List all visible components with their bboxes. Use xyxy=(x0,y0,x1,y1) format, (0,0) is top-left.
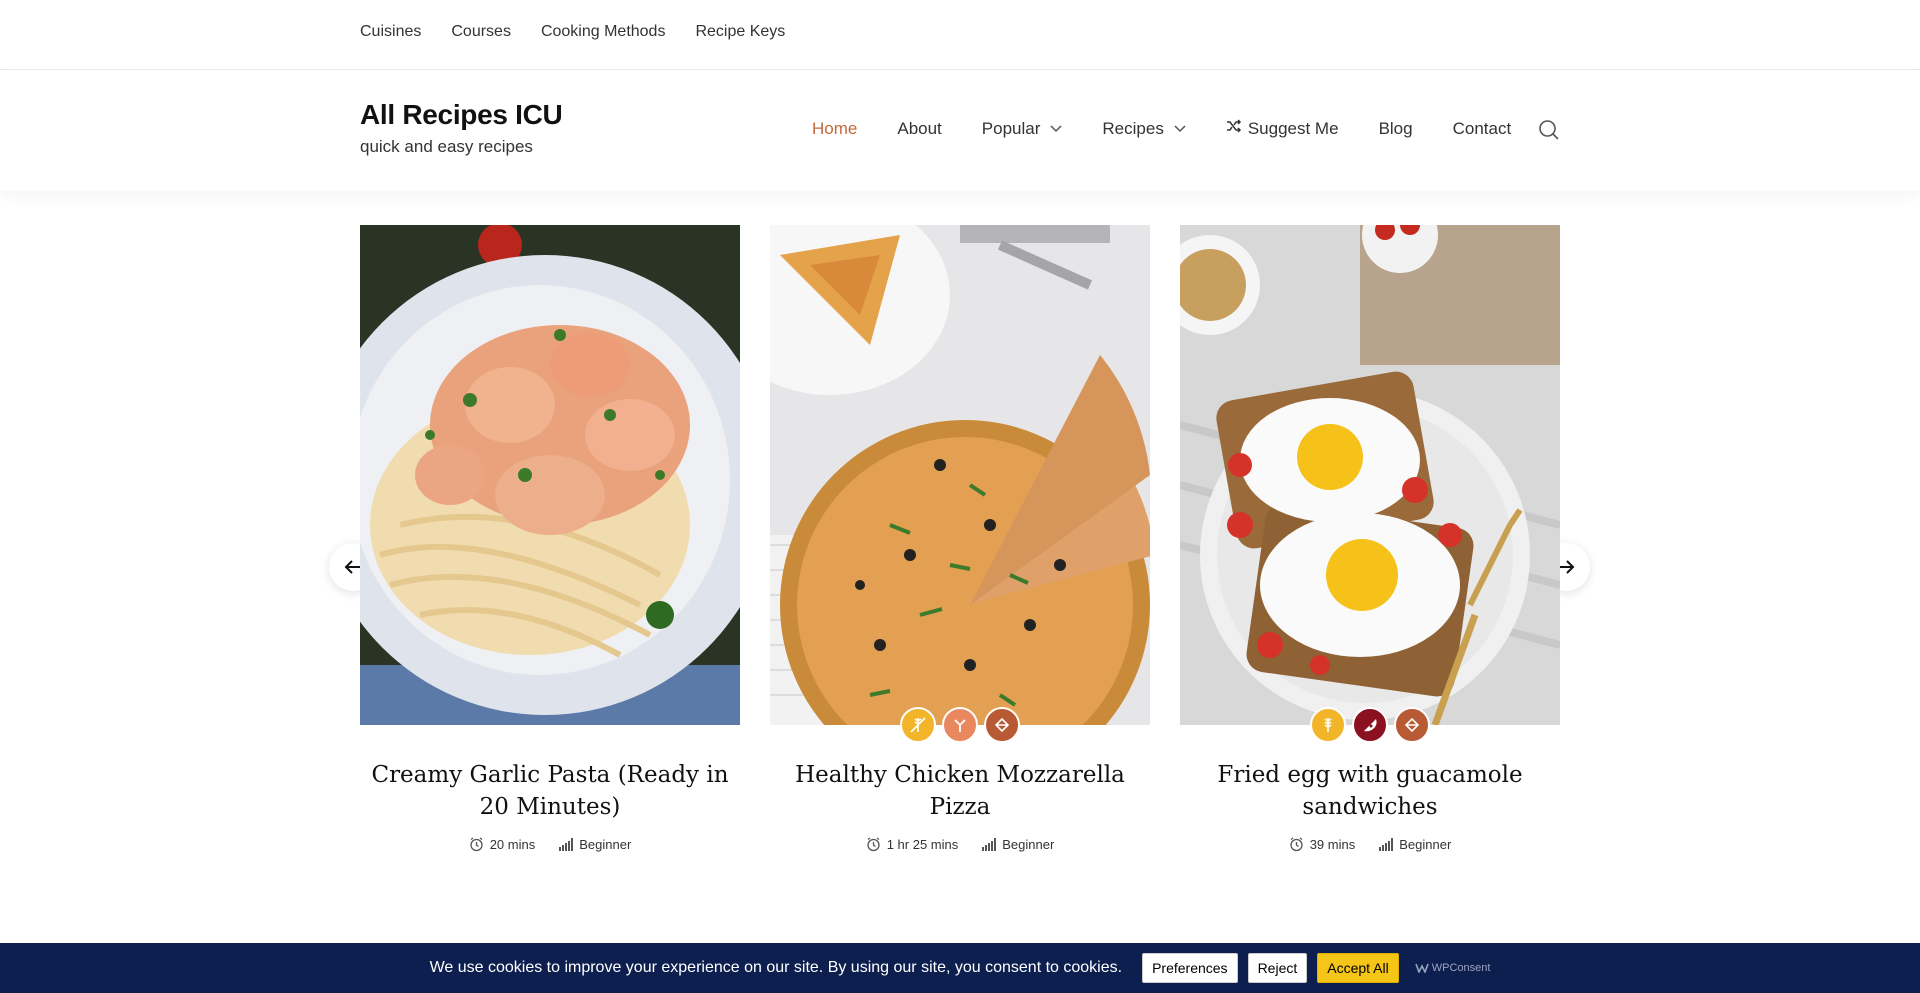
wpconsent-logo[interactable]: WPConsent xyxy=(1414,962,1491,974)
nav-recipes[interactable]: Recipes xyxy=(1102,119,1186,139)
recipe-time: 39 mins xyxy=(1289,837,1356,852)
nav-blog[interactable]: Blog xyxy=(1379,119,1413,139)
chevron-down-icon xyxy=(1050,125,1062,133)
cookie-accept-all-button[interactable]: Accept All xyxy=(1317,953,1399,983)
no-grain-glyph xyxy=(910,717,926,733)
chevron-down-icon xyxy=(1174,125,1186,133)
topnav-courses[interactable]: Courses xyxy=(451,23,511,41)
search-icon[interactable] xyxy=(1538,119,1560,141)
vegan-icon[interactable] xyxy=(1394,707,1430,743)
cookie-reject-button[interactable]: Reject xyxy=(1247,953,1308,983)
recipe-difficulty: Beginner xyxy=(1379,837,1451,852)
recipe-card[interactable]: Fried egg with guacamole sandwiches 39 m… xyxy=(1180,225,1560,852)
recipe-card[interactable]: Creamy Garlic Pasta (Ready in 20 Minutes… xyxy=(360,225,740,852)
site-tagline: quick and easy recipes xyxy=(360,137,533,156)
site-branding: All Recipes ICU quick and easy recipes xyxy=(360,99,563,157)
nav-contact[interactable]: Contact xyxy=(1453,119,1512,139)
wpconsent-label: WPConsent xyxy=(1431,962,1491,974)
nav-recipes-label: Recipes xyxy=(1102,119,1164,138)
shuffle-icon xyxy=(1226,119,1241,133)
vegan-glyph xyxy=(994,717,1010,733)
site-title[interactable]: All Recipes ICU xyxy=(360,99,563,131)
recipe-meta: 39 mins Beginner xyxy=(1180,837,1560,852)
recipe-difficulty: Beginner xyxy=(559,837,631,852)
nav-suggest-me[interactable]: Suggest Me xyxy=(1226,119,1339,139)
recipe-time: 1 hr 25 mins xyxy=(866,837,959,852)
topnav-cooking-methods[interactable]: Cooking Methods xyxy=(541,23,666,41)
cookie-consent-bar: We use cookies to improve your experienc… xyxy=(0,943,1920,993)
recipe-time: 20 mins xyxy=(469,837,536,852)
dairy-free-icon[interactable] xyxy=(942,707,978,743)
recipe-difficulty: Beginner xyxy=(982,837,1054,852)
recipe-title[interactable]: Healthy Chicken Mozzarella Pizza xyxy=(770,759,1150,823)
nav-suggest-label: Suggest Me xyxy=(1247,119,1339,138)
diet-badges xyxy=(1310,707,1430,743)
no-grain-icon[interactable] xyxy=(900,707,936,743)
signal-bars-icon xyxy=(559,838,574,851)
vegan-icon[interactable] xyxy=(984,707,1020,743)
recipe-time-value: 1 hr 25 mins xyxy=(886,837,959,852)
recipe-card[interactable]: Healthy Chicken Mozzarella Pizza 1 hr 25… xyxy=(770,225,1150,852)
pizza-photo xyxy=(770,225,1150,725)
topnav-cuisines[interactable]: Cuisines xyxy=(360,23,421,41)
topnav-recipe-keys[interactable]: Recipe Keys xyxy=(695,23,785,41)
recipe-time-value: 39 mins xyxy=(1309,837,1356,852)
diet-badges xyxy=(900,707,1020,743)
fried-egg-toast-photo xyxy=(1180,225,1560,725)
recipe-meta: 1 hr 25 mins Beginner xyxy=(770,837,1150,852)
pizza-slice-glyph xyxy=(1364,719,1377,732)
top-bar: Cuisines Courses Cooking Methods Recipe … xyxy=(0,0,1920,70)
pizza-slice-icon[interactable] xyxy=(1352,707,1388,743)
recipe-image[interactable] xyxy=(1180,225,1560,725)
wpconsent-icon xyxy=(1414,963,1429,973)
recipe-difficulty-value: Beginner xyxy=(1002,837,1055,852)
site-header: All Recipes ICU quick and easy recipes H… xyxy=(0,71,1920,191)
alarm-clock-icon xyxy=(470,837,483,852)
signal-bars-icon xyxy=(982,838,997,851)
alarm-clock-icon xyxy=(1290,837,1303,852)
cookie-message: We use cookies to improve your experienc… xyxy=(429,959,1123,976)
recipe-difficulty-value: Beginner xyxy=(1399,837,1452,852)
alarm-clock-icon xyxy=(867,837,880,852)
recipe-meta: 20 mins Beginner xyxy=(360,837,740,852)
cookie-preferences-button[interactable]: Preferences xyxy=(1142,953,1238,983)
nav-about[interactable]: About xyxy=(897,119,941,139)
vegan-glyph xyxy=(1404,717,1420,733)
recipe-difficulty-value: Beginner xyxy=(579,837,632,852)
shrimp-pasta-photo xyxy=(360,225,740,725)
main-nav: Home About Popular Recipes Suggest Me Bl… xyxy=(812,119,1551,139)
signal-bars-icon xyxy=(1379,838,1394,851)
recipe-title[interactable]: Fried egg with guacamole sandwiches xyxy=(1180,759,1560,823)
recipe-title[interactable]: Creamy Garlic Pasta (Ready in 20 Minutes… xyxy=(360,759,740,823)
recipe-time-value: 20 mins xyxy=(489,837,536,852)
recipe-image[interactable] xyxy=(360,225,740,725)
secondary-nav: Cuisines Courses Cooking Methods Recipe … xyxy=(360,23,785,41)
wheat-glyph xyxy=(1324,718,1332,732)
nav-popular-label: Popular xyxy=(981,119,1041,138)
nav-popular[interactable]: Popular xyxy=(982,119,1063,139)
dairy-free-glyph xyxy=(954,719,966,732)
wheat-icon[interactable] xyxy=(1310,707,1346,743)
nav-home[interactable]: Home xyxy=(812,119,857,139)
recipe-image[interactable] xyxy=(770,225,1150,725)
